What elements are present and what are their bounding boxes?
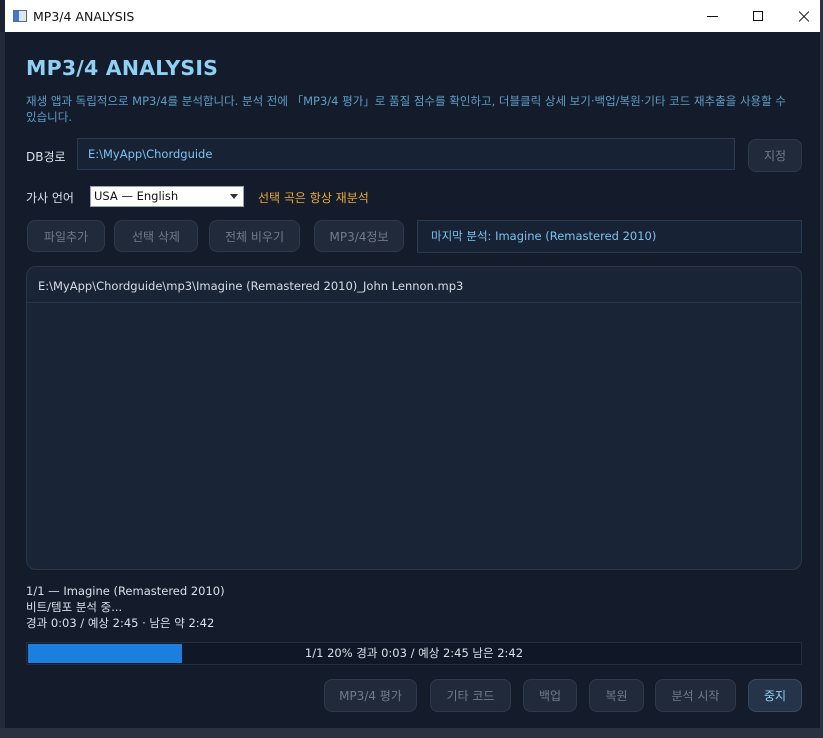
app-icon xyxy=(13,10,27,22)
clear-all-button[interactable]: 전체 비우기 xyxy=(209,220,300,252)
progress-text: 1/1 20% 경과 0:03 / 예상 2:45 남은 2:42 xyxy=(304,646,524,660)
close-button[interactable] xyxy=(781,0,823,32)
status-stage: 비트/템포 분석 중... xyxy=(26,600,123,614)
close-icon xyxy=(798,10,810,22)
add-file-button[interactable]: 파일추가 xyxy=(27,220,105,252)
lyrics-language-value: USA — English xyxy=(94,189,179,203)
mp34-evaluate-button[interactable]: MP3/4 평가 xyxy=(324,679,417,712)
progress-bar: 1/1 20% 경과 0:03 / 예상 2:45 남은 2:42 xyxy=(26,642,802,665)
maximize-button[interactable] xyxy=(735,0,781,32)
file-list[interactable]: E:\MyApp\Chordguide\mp3\Imagine (Remaste… xyxy=(26,266,802,570)
minimize-button[interactable] xyxy=(689,0,735,32)
guitar-chord-button[interactable]: 기타 코드 xyxy=(430,679,511,712)
description: 재생 앱과 독립적으로 MP3/4를 분석합니다. 분석 전에 「MP3/4 평… xyxy=(26,94,786,124)
chevron-down-icon xyxy=(230,194,238,199)
maximize-icon xyxy=(753,11,763,21)
list-item[interactable]: E:\MyApp\Chordguide\mp3\Imagine (Remaste… xyxy=(27,267,801,303)
title-bar[interactable]: MP3/4 ANALYSIS xyxy=(5,0,820,32)
minimize-icon xyxy=(706,15,718,17)
reanalyze-note: 선택 곡은 항상 재분석 xyxy=(258,191,369,205)
status-time: 경과 0:03 / 예상 2:45 · 남은 약 2:42 xyxy=(26,616,215,630)
last-analysis-field: 마지막 분석: Imagine (Remastered 2010) xyxy=(417,220,802,253)
restore-button[interactable]: 복원 xyxy=(589,679,644,712)
mp34-info-button[interactable]: MP3/4정보 xyxy=(314,220,404,252)
start-analysis-button[interactable]: 분석 시작 xyxy=(655,679,736,712)
backup-button[interactable]: 백업 xyxy=(523,679,577,712)
db-path-label: DB경로 xyxy=(26,150,66,164)
background-window-bottom xyxy=(0,728,823,738)
stop-button[interactable]: 중지 xyxy=(748,679,802,712)
main-panel: MP3/4 ANALYSIS 재생 앱과 독립적으로 MP3/4를 분석합니다.… xyxy=(5,32,820,728)
lyrics-language-select[interactable]: USA — English xyxy=(90,186,244,207)
page-title: MP3/4 ANALYSIS xyxy=(26,56,219,80)
db-path-field[interactable]: E:\MyApp\Chordguide xyxy=(77,138,735,170)
window-title: MP3/4 ANALYSIS xyxy=(33,8,135,24)
lyrics-language-label: 가사 언어 xyxy=(26,191,74,205)
delete-selected-button[interactable]: 선택 삭제 xyxy=(114,220,198,252)
set-path-button[interactable]: 지정 xyxy=(748,139,802,172)
status-track: 1/1 — Imagine (Remastered 2010) xyxy=(26,584,225,598)
